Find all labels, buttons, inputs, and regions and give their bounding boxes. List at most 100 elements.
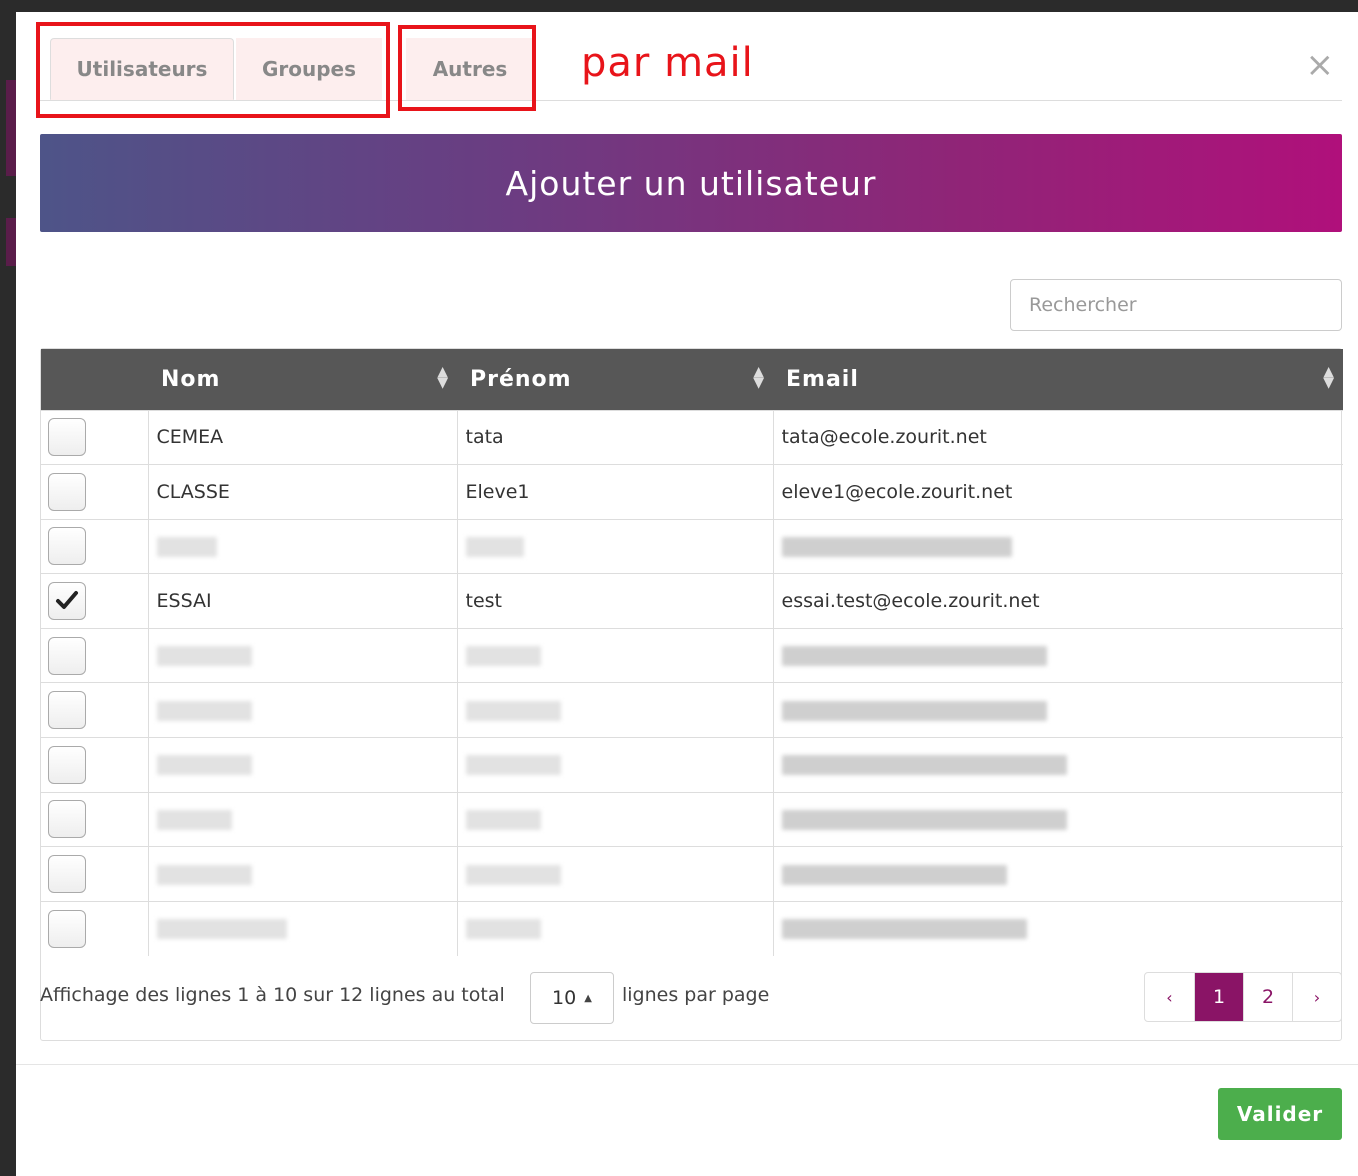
redacted-text <box>156 755 252 776</box>
page-button-1[interactable]: 1 <box>1194 973 1243 1021</box>
row-checkbox[interactable] <box>48 745 86 784</box>
page-button-2[interactable]: 2 <box>1243 973 1292 1021</box>
annotation-text: par mail <box>581 40 754 86</box>
table-row[interactable] <box>41 682 1343 738</box>
row-checkbox[interactable] <box>48 472 86 511</box>
redacted-text <box>465 809 541 830</box>
user-picker-modal: Utilisateurs Groupes Autres par mail × A… <box>16 12 1358 1176</box>
row-checkbox[interactable] <box>48 909 86 948</box>
table-row[interactable] <box>41 519 1343 574</box>
row-checkbox[interactable] <box>48 582 86 621</box>
cell-text: eleve1@ecole.zourit.net <box>781 480 1013 503</box>
cell-prenom: tata <box>456 410 773 465</box>
redacted-text <box>465 919 541 940</box>
tab-groupes[interactable]: Groupes <box>236 38 382 100</box>
cell-email <box>772 792 1343 847</box>
users-table: Nom ▲ ▼ Prénom ▲ ▼ Email ▲ ▼ CEMEA tata tata@… <box>40 348 1343 1041</box>
table-row[interactable] <box>41 737 1343 793</box>
cell-prenom <box>456 901 773 956</box>
cell-email <box>772 737 1343 793</box>
row-checkbox[interactable] <box>48 800 86 839</box>
valider-button[interactable]: Valider <box>1218 1088 1342 1140</box>
table-row[interactable] <box>41 901 1343 956</box>
column-header-nom[interactable]: Nom ▲ ▼ <box>148 349 457 410</box>
row-checkbox[interactable] <box>48 418 86 457</box>
cell-nom <box>147 519 457 574</box>
cell-email <box>772 682 1343 738</box>
redacted-text <box>156 919 287 940</box>
footer-divider <box>16 1064 1358 1065</box>
cell-text: ESSAI <box>156 590 212 613</box>
cell-nom <box>147 792 457 847</box>
sort-icon[interactable]: ▲ ▼ <box>1323 365 1335 390</box>
redacted-text <box>781 755 1067 776</box>
sort-icon[interactable]: ▲ ▼ <box>753 365 765 390</box>
table-row[interactable] <box>41 792 1343 847</box>
redacted-text <box>781 536 1012 557</box>
cell-nom <box>147 737 457 793</box>
redacted-text <box>781 700 1047 721</box>
row-checkbox[interactable] <box>48 636 86 675</box>
redacted-text <box>465 536 524 557</box>
close-icon[interactable]: × <box>1306 48 1335 82</box>
page-size-select[interactable]: 10 ▲ <box>530 972 614 1024</box>
row-select-cell <box>41 410 148 465</box>
page-size-value: 10 <box>552 987 577 1009</box>
redacted-text <box>465 700 561 721</box>
search-input[interactable] <box>1010 279 1342 331</box>
redacted-text <box>781 864 1007 885</box>
column-label: Email <box>786 366 859 392</box>
cell-text: tata <box>465 426 504 449</box>
cell-prenom <box>456 792 773 847</box>
row-select-cell <box>41 519 148 574</box>
redacted-text <box>156 809 232 830</box>
check-icon <box>56 591 78 610</box>
pagination: ‹ 1 2 › <box>1144 972 1342 1022</box>
cell-nom <box>147 901 457 956</box>
pagination-info: Affichage des lignes 1 à 10 sur 12 ligne… <box>40 984 505 1006</box>
prev-page-button[interactable]: ‹ <box>1145 973 1194 1021</box>
per-page-label: lignes par page <box>622 984 770 1006</box>
table-header: Nom ▲ ▼ Prénom ▲ ▼ Email ▲ ▼ <box>41 349 1343 410</box>
tab-bar: Utilisateurs Groupes Autres par mail <box>36 12 1358 118</box>
row-checkbox[interactable] <box>48 855 86 894</box>
cell-text: test <box>465 590 503 613</box>
row-checkbox[interactable] <box>48 691 86 730</box>
cell-text: CLASSE <box>156 480 230 503</box>
redacted-text <box>781 809 1067 830</box>
table-row[interactable] <box>41 846 1343 902</box>
add-user-button[interactable]: Ajouter un utilisateur <box>40 134 1342 232</box>
tab-utilisateurs[interactable]: Utilisateurs <box>50 38 234 100</box>
redacted-text <box>156 536 217 557</box>
redacted-text <box>465 755 561 776</box>
cell-text: CEMEA <box>156 426 224 449</box>
tab-autres[interactable]: Autres <box>406 38 534 100</box>
backdrop-accent <box>6 218 16 266</box>
row-select-cell <box>41 683 148 738</box>
next-page-button[interactable]: › <box>1292 973 1341 1021</box>
table-row[interactable] <box>41 628 1343 683</box>
cell-nom <box>147 846 457 902</box>
column-header-email[interactable]: Email ▲ ▼ <box>773 349 1343 410</box>
column-header-prenom[interactable]: Prénom ▲ ▼ <box>457 349 773 410</box>
cell-email <box>772 628 1343 683</box>
cell-nom: CLASSE <box>147 464 457 520</box>
table-row[interactable]: CEMEA tata tata@ecole.zourit.net <box>41 410 1343 465</box>
redacted-text <box>156 646 252 667</box>
redacted-text <box>781 919 1027 940</box>
row-select-cell <box>41 574 148 629</box>
cell-nom <box>147 628 457 683</box>
cell-email: tata@ecole.zourit.net <box>772 410 1343 465</box>
cell-nom <box>147 682 457 738</box>
cell-text: tata@ecole.zourit.net <box>781 426 987 449</box>
sort-icon[interactable]: ▲ ▼ <box>437 365 449 390</box>
redacted-text <box>156 700 252 721</box>
table-row[interactable]: CLASSE Eleve1 eleve1@ecole.zourit.net <box>41 464 1343 520</box>
row-select-cell <box>41 628 148 683</box>
column-label: Nom <box>161 366 221 392</box>
row-select-cell <box>41 847 148 902</box>
cell-prenom <box>456 519 773 574</box>
header-select <box>41 349 148 410</box>
row-checkbox[interactable] <box>48 527 86 566</box>
table-row[interactable]: ESSAI test essai.test@ecole.zourit.net <box>41 573 1343 629</box>
